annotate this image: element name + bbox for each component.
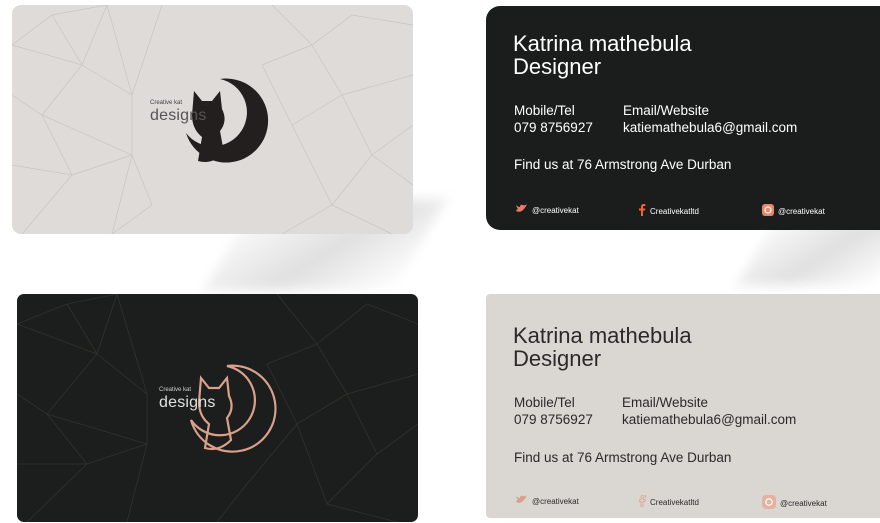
address-text: Find us at 76 Armstrong Ave Durban bbox=[514, 157, 732, 172]
twitter-icon bbox=[516, 204, 528, 216]
card-role: Designer bbox=[513, 54, 602, 79]
business-card-front-dark: Creative kat designs bbox=[17, 294, 418, 522]
social-facebook-text-light: Creativekatltd bbox=[650, 497, 699, 507]
business-card-back-light: Katrina mathebula Designer Mobile/Tel 07… bbox=[486, 294, 880, 518]
social-facebook-light: Creativekatltd bbox=[638, 494, 699, 509]
business-card-back-dark: Katrina mathebula Designer Mobile/Tel 07… bbox=[486, 6, 880, 230]
mobile-value: 079 8756927 bbox=[514, 120, 593, 135]
logo-small-text: Creative kat bbox=[150, 100, 183, 106]
email-value: katiemathebula6@gmail.com bbox=[623, 120, 798, 135]
instagram-icon bbox=[762, 204, 774, 218]
social-twitter-light: @creativekat bbox=[516, 495, 579, 507]
twitter-icon bbox=[516, 495, 528, 507]
card-name: Katrina mathebula bbox=[513, 31, 692, 56]
social-instagram: @creativekat bbox=[762, 204, 825, 218]
email-value-light: katiemathebula6@gmail.com bbox=[622, 412, 797, 427]
social-instagram-text: @creativekat bbox=[778, 206, 825, 216]
social-twitter: @creativekat bbox=[516, 204, 579, 216]
mobile-label-light: Mobile/Tel bbox=[514, 395, 575, 410]
logo-big-text-dark: designs bbox=[159, 394, 216, 411]
social-twitter-text: @creativekat bbox=[532, 205, 579, 215]
card-role-light: Designer bbox=[513, 346, 602, 371]
logo-small-text-dark: Creative kat bbox=[159, 387, 192, 393]
social-facebook: Creativekatltd bbox=[639, 204, 699, 218]
mobile-label: Mobile/Tel bbox=[514, 103, 575, 118]
instagram-icon bbox=[762, 495, 776, 511]
mobile-value-light: 079 8756927 bbox=[514, 412, 593, 427]
social-facebook-text: Creativekatltd bbox=[650, 206, 699, 216]
business-card-front-light: Creative kat designs bbox=[12, 5, 413, 234]
facebook-icon bbox=[638, 494, 646, 509]
logo-light: Creative kat designs bbox=[150, 73, 270, 173]
card-name-light: Katrina mathebula bbox=[513, 323, 692, 348]
address-text-light: Find us at 76 Armstrong Ave Durban bbox=[514, 450, 732, 465]
social-instagram-text-light: @creativekat bbox=[780, 498, 827, 508]
facebook-icon bbox=[639, 204, 646, 218]
email-label-light: Email/Website bbox=[622, 395, 709, 410]
social-instagram-light: @creativekat bbox=[762, 495, 827, 511]
social-twitter-text-light: @creativekat bbox=[532, 496, 579, 506]
logo-dark: Creative kat designs bbox=[157, 358, 277, 462]
email-label: Email/Website bbox=[623, 103, 710, 118]
logo-big-text: designs bbox=[150, 107, 207, 124]
